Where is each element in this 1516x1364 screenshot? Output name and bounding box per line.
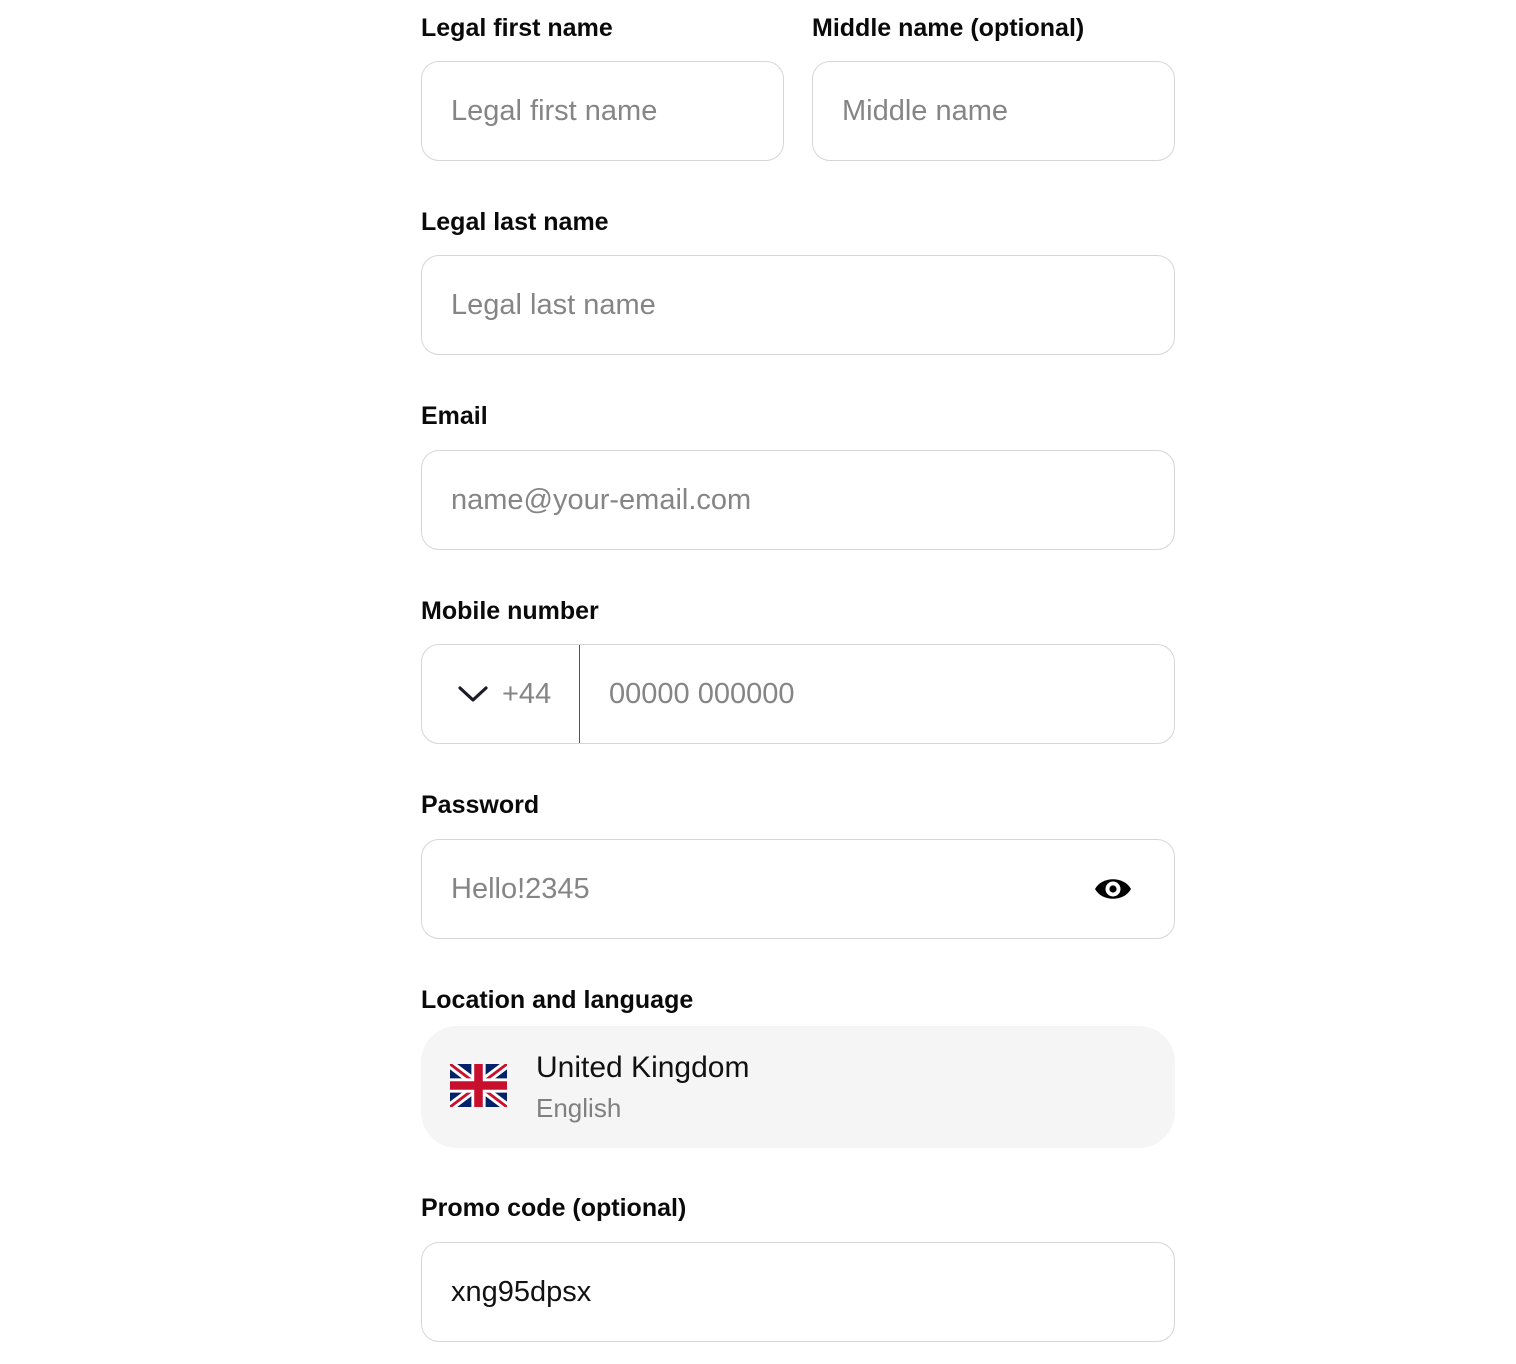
mobile-label: Mobile number xyxy=(421,597,599,625)
email-label: Email xyxy=(421,402,488,430)
chevron-down-icon xyxy=(458,686,488,702)
last-name-field[interactable] xyxy=(421,255,1175,355)
uk-flag-icon xyxy=(450,1064,507,1107)
middle-name-label: Middle name (optional) xyxy=(812,14,1085,42)
middle-name-input[interactable] xyxy=(813,62,1174,160)
location-label: Location and language xyxy=(421,986,694,1014)
first-name-field[interactable] xyxy=(421,61,784,161)
country-code-select[interactable]: +44 xyxy=(422,645,580,743)
location-language-selector[interactable]: United Kingdom English xyxy=(421,1026,1175,1148)
password-input[interactable] xyxy=(422,840,1174,938)
eye-icon[interactable] xyxy=(1094,873,1132,905)
last-name-input[interactable] xyxy=(422,256,1174,354)
middle-name-field[interactable] xyxy=(812,61,1175,161)
last-name-label: Legal last name xyxy=(421,208,609,236)
password-label: Password xyxy=(421,791,540,819)
mobile-number-input[interactable] xyxy=(580,645,1174,743)
location-country: United Kingdom xyxy=(536,1051,750,1084)
password-field xyxy=(421,839,1175,939)
mobile-field: +44 xyxy=(421,644,1175,744)
first-name-label: Legal first name xyxy=(421,14,613,42)
location-language: English xyxy=(536,1093,622,1123)
email-input[interactable] xyxy=(422,451,1174,549)
country-code-value: +44 xyxy=(502,677,552,710)
first-name-input[interactable] xyxy=(422,62,783,160)
promo-code-field[interactable] xyxy=(421,1242,1175,1342)
promo-code-label: Promo code (optional) xyxy=(421,1194,687,1222)
email-field[interactable] xyxy=(421,450,1175,550)
promo-code-input[interactable] xyxy=(422,1243,1174,1341)
